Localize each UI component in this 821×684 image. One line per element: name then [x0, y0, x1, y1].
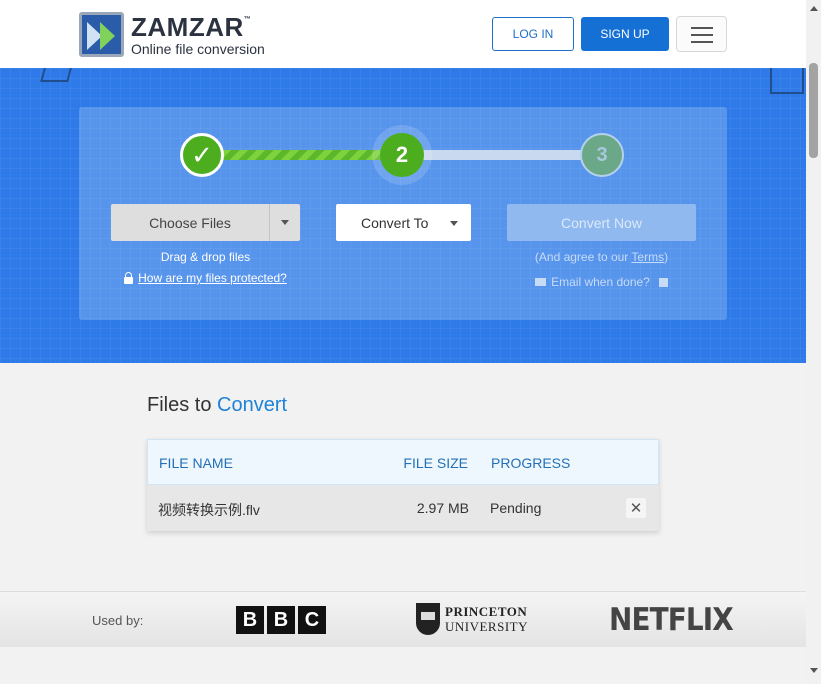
bbc-letter: B	[236, 606, 264, 634]
file-name-cell: 视频转换示例.flv	[158, 502, 260, 518]
table-row: 视频转换示例.flv 2.97 MB Pending ✕	[147, 485, 659, 531]
logo-arrows-icon	[79, 12, 124, 57]
choose-files-button[interactable]: Choose Files	[111, 204, 269, 241]
choose-files-dropdown[interactable]	[269, 204, 300, 241]
step-1-check-icon: ✓	[180, 133, 224, 177]
progress-track-pending	[423, 150, 603, 160]
files-protected-link[interactable]: How are my files protected?	[138, 271, 287, 285]
used-by-label: Used by:	[92, 613, 144, 628]
zamzar-logo[interactable]: ZAMZAR™ Online file conversion	[79, 12, 265, 57]
converter-panel: ✓ 2 3 Choose Files Drag & drop files How…	[79, 107, 727, 320]
logo-trademark: ™	[243, 15, 252, 23]
logo-text: ZAMZAR™ Online file conversion	[131, 14, 265, 56]
step-2-indicator: 2	[380, 133, 424, 177]
header: ZAMZAR™ Online file conversion LOG IN SI…	[0, 0, 806, 68]
table-header: FILE NAME FILE SIZE PROGRESS	[147, 439, 659, 485]
netflix-logo: NETFLIX	[609, 602, 734, 638]
hamburger-menu-button[interactable]	[676, 16, 727, 52]
envelope-icon	[535, 278, 547, 286]
choose-files-control: Choose Files	[111, 204, 300, 241]
princeton-shield-icon	[416, 603, 440, 635]
logo-name: ZAMZAR	[131, 11, 244, 42]
terms-link[interactable]: Terms	[631, 250, 664, 264]
scroll-up-arrow-icon[interactable]	[810, 6, 818, 11]
chevron-down-icon	[281, 220, 289, 225]
login-button[interactable]: LOG IN	[492, 17, 574, 51]
scrollbar-thumb[interactable]	[809, 63, 818, 158]
email-when-done-row: Email when done?	[507, 275, 696, 289]
step-3-indicator: 3	[580, 133, 624, 177]
column-file-size: FILE SIZE	[403, 455, 468, 471]
hamburger-icon-bar	[691, 34, 713, 36]
progress-track-complete	[223, 150, 399, 160]
bbc-letter: C	[298, 606, 326, 634]
email-when-done-label: Email when done?	[551, 275, 650, 289]
column-file-name: FILE NAME	[159, 455, 233, 471]
files-table: FILE NAME FILE SIZE PROGRESS 视频转换示例.flv …	[147, 439, 659, 531]
bbc-letter: B	[267, 606, 295, 634]
email-when-done-checkbox[interactable]	[658, 277, 668, 287]
signup-button[interactable]: SIGN UP	[581, 17, 669, 51]
remove-file-close-icon[interactable]: ✕	[626, 498, 646, 518]
page: ZAMZAR™ Online file conversion LOG IN SI…	[0, 0, 806, 684]
convert-now-button[interactable]: Convert Now	[507, 204, 696, 241]
vertical-scrollbar[interactable]	[806, 0, 821, 684]
bbc-logo: B B C	[236, 606, 326, 634]
drag-drop-text: Drag & drop files	[160, 250, 251, 264]
decorative-outline	[40, 68, 72, 82]
converter-hero: ✓ 2 3 Choose Files Drag & drop files How…	[0, 68, 806, 363]
convert-to-select[interactable]: Convert To	[336, 204, 471, 241]
files-to-convert-title: Files to Convert	[147, 394, 287, 417]
agree-prefix: (And agree to our	[534, 250, 632, 264]
chevron-down-icon	[450, 221, 458, 226]
used-by-bar: Used by: B B C PRINCETON UNIVERSITY NETF…	[0, 591, 806, 647]
file-size-cell: 2.97 MB	[416, 500, 469, 516]
princeton-logo: PRINCETON UNIVERSITY	[416, 603, 528, 635]
princeton-line2: UNIVERSITY	[445, 619, 528, 634]
progress-cell: Pending	[490, 500, 542, 516]
files-title-accent: Convert	[217, 394, 288, 416]
terms-agreement: (And agree to our Terms)	[507, 250, 696, 264]
decorative-outline	[770, 68, 804, 94]
lock-icon	[124, 271, 134, 284]
files-protected-row: How are my files protected?	[111, 271, 300, 285]
hamburger-icon	[691, 27, 713, 29]
convert-to-label: Convert To	[361, 214, 429, 231]
princeton-line1: PRINCETON	[445, 604, 528, 619]
column-progress: PROGRESS	[491, 455, 571, 471]
agree-suffix: )	[664, 250, 669, 264]
scroll-down-arrow-icon[interactable]	[810, 668, 818, 673]
hamburger-icon-bar	[691, 41, 713, 43]
logo-tagline: Online file conversion	[131, 40, 265, 57]
files-title-prefix: Files to	[147, 394, 218, 416]
